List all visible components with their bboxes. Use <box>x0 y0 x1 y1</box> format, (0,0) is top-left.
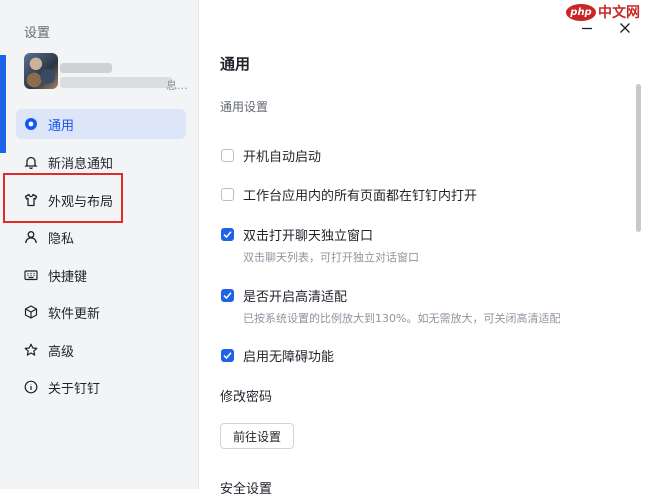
auto-start-option[interactable]: 开机自动启动 <box>221 146 321 165</box>
auto-start-checkbox[interactable] <box>221 149 234 162</box>
hd-adapt-option[interactable]: 是否开启高清适配 <box>221 286 347 305</box>
scrollbar[interactable] <box>636 84 641 232</box>
keyboard-icon <box>24 268 38 282</box>
option-label: 开机自动启动 <box>243 150 322 165</box>
sidebar-item-about[interactable]: 关于钉钉 <box>16 372 186 402</box>
general-settings-heading: 通用设置 <box>220 100 269 114</box>
sidebar-item-shortcuts[interactable]: 快捷键 <box>16 260 186 290</box>
sidebar-item-privacy[interactable]: 隐私 <box>16 222 186 252</box>
sidebar: 设置 息... 通用 新消息通知 外观与布局 隐私 快捷键 软件更新 高级 关于… <box>0 0 199 489</box>
avatar[interactable] <box>24 53 58 89</box>
option-label: 启用无障碍功能 <box>243 350 335 365</box>
blurred-status <box>60 77 172 88</box>
page-title: 通用 <box>220 55 251 73</box>
check-icon <box>223 292 232 300</box>
sidebar-item-label: 关于钉钉 <box>48 381 101 397</box>
minimize-icon <box>582 27 592 30</box>
settings-content: 通用 通用设置 开机自动启动 工作台应用内的所有页面都在钉钉内打开 双击打开聊天… <box>199 0 650 497</box>
sidebar-item-label: 快捷键 <box>48 269 88 285</box>
option-label: 双击打开聊天独立窗口 <box>243 229 374 244</box>
watermark-text: 中文网 <box>598 5 640 21</box>
check-icon <box>223 231 232 239</box>
accessibility-checkbox[interactable] <box>221 349 234 362</box>
window-title: 设置 <box>24 26 51 41</box>
sidebar-item-label: 新消息通知 <box>48 156 114 172</box>
open-in-dingtalk-checkbox[interactable] <box>221 188 234 201</box>
double-click-window-option[interactable]: 双击打开聊天独立窗口 <box>221 225 373 244</box>
info-icon <box>24 380 38 394</box>
close-icon <box>620 23 630 33</box>
option-label: 是否开启高清适配 <box>243 290 348 305</box>
check-icon <box>223 352 232 360</box>
red-highlight-annotation <box>3 173 123 223</box>
sidebar-item-advanced[interactable]: 高级 <box>16 335 186 365</box>
sidebar-item-general[interactable]: 通用 <box>16 109 186 139</box>
sidebar-item-label: 高级 <box>48 344 75 360</box>
hd-adapt-checkbox[interactable] <box>221 289 234 302</box>
go-to-settings-button[interactable]: 前往设置 <box>220 423 294 449</box>
security-settings-heading: 安全设置 <box>220 482 273 497</box>
hd-adapt-hint: 已按系统设置的比例放大到130%。如无需放大，可关闭高清适配 <box>243 312 561 325</box>
accessibility-option[interactable]: 启用无障碍功能 <box>221 346 334 365</box>
window-edge-decoration <box>0 55 6 153</box>
bell-icon <box>24 155 38 169</box>
cube-icon <box>24 305 38 319</box>
double-click-hint: 双击聊天列表，可打开独立对话窗口 <box>243 251 419 264</box>
watermark: php 中文网 <box>566 2 640 22</box>
profile-card[interactable]: 息... <box>20 53 188 95</box>
general-icon <box>24 117 38 131</box>
open-in-dingtalk-option[interactable]: 工作台应用内的所有页面都在钉钉内打开 <box>221 185 477 204</box>
blurred-username <box>60 63 112 73</box>
sidebar-item-label: 通用 <box>48 118 75 134</box>
watermark-badge: php <box>566 3 596 21</box>
sidebar-item-label: 软件更新 <box>48 306 101 322</box>
profile-status-suffix: 息... <box>166 79 188 92</box>
change-password-heading: 修改密码 <box>220 390 273 405</box>
double-click-window-checkbox[interactable] <box>221 228 234 241</box>
sidebar-item-label: 隐私 <box>48 231 75 247</box>
option-label: 工作台应用内的所有页面都在钉钉内打开 <box>243 189 478 204</box>
sidebar-item-update[interactable]: 软件更新 <box>16 297 186 327</box>
star-icon <box>24 343 38 357</box>
person-icon <box>24 230 38 244</box>
